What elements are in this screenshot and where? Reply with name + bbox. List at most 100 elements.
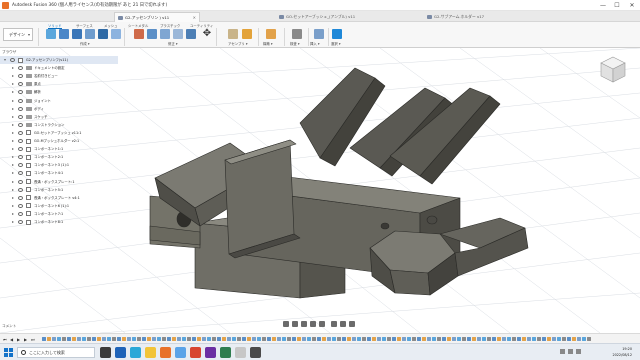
expand-arrow-icon[interactable]: ▸ — [12, 88, 14, 96]
timeline-feature-icon[interactable] — [72, 337, 76, 341]
expand-arrow-icon[interactable]: ▸ — [12, 72, 14, 80]
select-icon[interactable] — [332, 29, 342, 39]
app-icon[interactable] — [220, 347, 231, 358]
browser-tree-item[interactable]: ▸ ボディ — [0, 105, 118, 113]
timeline-feature-icon[interactable] — [282, 337, 286, 341]
new-component-icon[interactable] — [46, 29, 56, 39]
timeline-feature-icon[interactable] — [77, 337, 81, 341]
timeline-feature-icon[interactable] — [382, 337, 386, 341]
visibility-eye-icon[interactable] — [18, 82, 23, 87]
timeline-feature-icon[interactable] — [87, 337, 91, 341]
browser-tree-item[interactable]: ▸ 長溝・ボックスプレート:1 — [0, 178, 118, 186]
browser-tree-item[interactable]: ▸ コンポーネント1:1 — [0, 145, 118, 153]
timeline-feature-icon[interactable] — [332, 337, 336, 341]
timeline-feature-icon[interactable] — [422, 337, 426, 341]
timeline-end-icon[interactable]: ⏭ — [31, 337, 35, 342]
timeline-feature-icon[interactable] — [417, 337, 421, 341]
browser-tree-item[interactable]: ▸ 解析 — [0, 88, 118, 96]
timeline-feature-icon[interactable] — [322, 337, 326, 341]
timeline-feature-icon[interactable] — [302, 337, 306, 341]
comments-panel[interactable]: コメント — [2, 324, 16, 329]
joint-icon[interactable] — [242, 29, 252, 39]
visibility-eye-icon[interactable] — [18, 122, 23, 127]
timeline-feature-icon[interactable] — [482, 337, 486, 341]
pan-icon[interactable] — [301, 321, 307, 327]
tab-mesh[interactable]: メッシュ — [104, 23, 118, 28]
timeline-feature-icon[interactable] — [62, 337, 66, 341]
timeline-feature-icon[interactable] — [452, 337, 456, 341]
timeline-feature-icon[interactable] — [107, 337, 111, 341]
browser-tree-item[interactable]: ▸ ドキュメントの設定 — [0, 64, 118, 72]
browser-tree-item[interactable]: ▸ コンポーネント2:1 — [0, 153, 118, 161]
timeline-feature-icon[interactable] — [267, 337, 271, 341]
visibility-eye-icon[interactable] — [18, 155, 23, 160]
move-icon[interactable]: ✥ — [202, 29, 212, 39]
group-select[interactable]: 選択 ▾ — [331, 41, 341, 46]
app-icon[interactable] — [205, 347, 216, 358]
app-icon[interactable] — [250, 347, 261, 358]
timeline-feature-icon[interactable] — [272, 337, 276, 341]
visibility-eye-icon[interactable] — [18, 114, 23, 119]
visibility-eye-icon[interactable] — [18, 187, 23, 192]
timeline-feature-icon[interactable] — [457, 337, 461, 341]
group-assemble[interactable]: アセンブリ ▾ — [228, 41, 248, 46]
insert-icon[interactable] — [314, 29, 324, 39]
create-sketch-icon[interactable] — [59, 29, 69, 39]
visibility-eye-icon[interactable] — [18, 66, 23, 71]
timeline-feature-icon[interactable] — [117, 337, 121, 341]
new-component-assembly-icon[interactable] — [228, 29, 238, 39]
timeline-feature-icon[interactable] — [307, 337, 311, 341]
timeline-feature-icon[interactable] — [122, 337, 126, 341]
timeline-feature-icon[interactable] — [327, 337, 331, 341]
timeline-feature-icon[interactable] — [547, 337, 551, 341]
browser-tree-item[interactable]: ▸ コンポーネント5:1 — [0, 186, 118, 194]
timeline-feature-icon[interactable] — [57, 337, 61, 341]
timeline-play-icon[interactable]: ▶ — [17, 337, 20, 342]
timeline-feature-icon[interactable] — [167, 337, 171, 341]
visibility-eye-icon[interactable] — [18, 163, 23, 168]
browser-root-item[interactable]: ▾ G2-アッセンブリンフ(v11) — [0, 56, 118, 64]
expand-arrow-icon[interactable]: ▸ — [12, 202, 14, 210]
timeline-feature-icon[interactable] — [197, 337, 201, 341]
browser-tree-item[interactable]: ▸ コンポーネント3 (1):1 — [0, 161, 118, 169]
timeline-feature-icon[interactable] — [277, 337, 281, 341]
timeline-feature-icon[interactable] — [142, 337, 146, 341]
browser-tree-item[interactable]: ▸ 名前付きビュー — [0, 72, 118, 80]
timeline-feature-icon[interactable] — [342, 337, 346, 341]
timeline-feature-icon[interactable] — [247, 337, 251, 341]
timeline-feature-icon[interactable] — [562, 337, 566, 341]
timeline-forward-icon[interactable]: ▶ — [24, 337, 27, 342]
group-modify[interactable]: 修正 ▾ — [168, 41, 178, 46]
timeline-feature-icon[interactable] — [152, 337, 156, 341]
network-icon[interactable] — [560, 349, 565, 354]
fillet-icon[interactable] — [147, 29, 157, 39]
timeline-feature-icon[interactable] — [427, 337, 431, 341]
timeline-feature-icon[interactable] — [172, 337, 176, 341]
timeline-feature-icon[interactable] — [297, 337, 301, 341]
timeline-feature-icon[interactable] — [182, 337, 186, 341]
expand-arrow-icon[interactable]: ▸ — [12, 137, 14, 145]
timeline-feature-icon[interactable] — [47, 337, 51, 341]
shell-icon[interactable] — [173, 29, 183, 39]
timeline-feature-icon[interactable] — [292, 337, 296, 341]
visibility-eye-icon[interactable] — [18, 220, 23, 224]
workspace-switcher[interactable]: デザイン ▾ — [3, 28, 33, 41]
display-settings-icon[interactable] — [331, 321, 337, 327]
fusion-taskbar-icon[interactable] — [160, 347, 171, 358]
expand-arrow-icon[interactable]: ▸ — [12, 113, 14, 121]
chamfer-icon[interactable] — [160, 29, 170, 39]
timeline-feature-icon[interactable] — [347, 337, 351, 341]
offset-plane-icon[interactable] — [266, 29, 276, 39]
timeline-feature-icon[interactable] — [492, 337, 496, 341]
view-cube[interactable] — [598, 54, 628, 84]
timeline-feature-icon[interactable] — [537, 337, 541, 341]
timeline-feature-icon[interactable] — [287, 337, 291, 341]
timeline-back-icon[interactable]: ◀ — [10, 337, 13, 342]
timeline-feature-icon[interactable] — [502, 337, 506, 341]
expand-arrow-icon[interactable]: ▸ — [12, 186, 14, 194]
timeline-feature-icon[interactable] — [567, 337, 571, 341]
visibility-eye-icon[interactable] — [18, 179, 23, 184]
timeline-feature-icon[interactable] — [147, 337, 151, 341]
timeline-feature-icon[interactable] — [42, 337, 46, 341]
taskbar-clock[interactable]: 19:20 2022/08/12 — [596, 346, 632, 358]
